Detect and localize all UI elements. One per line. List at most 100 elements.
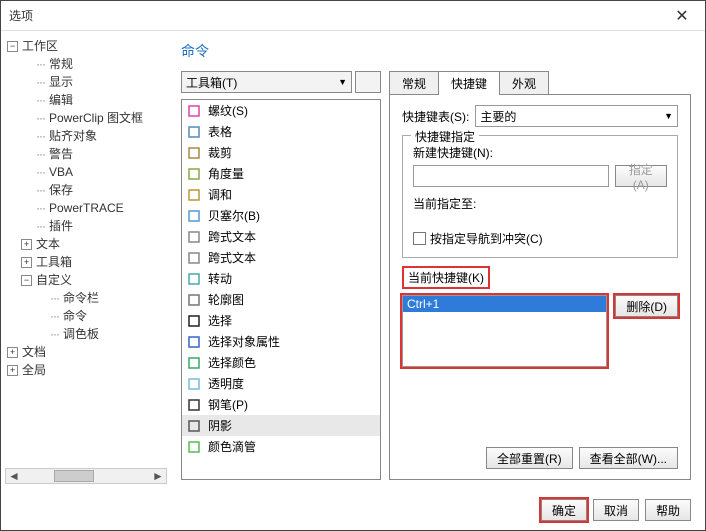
detail-column: 常规 快捷键 外观 快捷键表(S): 主要的 ▼ 快捷键指定 新建快捷键(N	[389, 71, 691, 480]
command-icon	[186, 376, 202, 392]
command-item[interactable]: 选择	[182, 310, 380, 331]
command-label: 表格	[208, 123, 232, 140]
expand-icon[interactable]: +	[7, 347, 18, 358]
expand-icon[interactable]: +	[21, 257, 32, 268]
tree-item[interactable]: ···贴齐对象	[21, 127, 167, 145]
delete-button[interactable]: 删除(D)	[615, 295, 678, 317]
tree-item[interactable]: ···警告	[21, 145, 167, 163]
nav-conflict-checkbox[interactable]: 按指定导航到冲突(C)	[413, 230, 667, 247]
command-icon	[186, 166, 202, 182]
command-list[interactable]: 螺纹(S)表格裁剪角度量调和贝塞尔(B)跨式文本跨式文本转动轮廓图选择选择对象属…	[181, 99, 381, 480]
new-shortcut-input[interactable]	[413, 165, 609, 187]
command-icon	[186, 208, 202, 224]
command-item[interactable]: 选择颜色	[182, 352, 380, 373]
tree-item-cmd[interactable]: ···命令	[35, 307, 167, 325]
command-label: 转动	[208, 270, 232, 287]
shortcut-table-value: 主要的	[480, 108, 516, 125]
expand-icon[interactable]: +	[21, 239, 32, 250]
reset-all-button[interactable]: 全部重置(R)	[486, 447, 573, 469]
command-item[interactable]: 贝塞尔(B)	[182, 205, 380, 226]
command-item[interactable]: 调和	[182, 184, 380, 205]
command-item[interactable]: 跨式文本	[182, 226, 380, 247]
tree-item[interactable]: ···PowerClip 图文框	[21, 109, 167, 127]
command-label: 跨式文本	[208, 249, 256, 266]
scroll-thumb[interactable]	[54, 470, 94, 482]
command-icon	[186, 313, 202, 329]
tree-item[interactable]: ···编辑	[21, 91, 167, 109]
tree-item-palette[interactable]: ···调色板	[35, 325, 167, 343]
tree-item[interactable]: ···常规	[21, 55, 167, 73]
tree-global[interactable]: +全局	[7, 361, 167, 379]
command-icon	[186, 397, 202, 413]
checkbox-box	[413, 232, 426, 245]
current-shortcut-list[interactable]: Ctrl+1	[402, 295, 607, 367]
command-icon	[186, 103, 202, 119]
command-item[interactable]: 转动	[182, 268, 380, 289]
command-label: 颜色滴管	[208, 438, 256, 455]
tree-item[interactable]: ···显示	[21, 73, 167, 91]
cancel-button[interactable]: 取消	[593, 499, 639, 521]
tree-workspace[interactable]: − 工作区	[7, 37, 167, 55]
dialog-body: − 工作区 ···常规···显示···编辑···PowerClip 图文框···…	[1, 31, 705, 490]
tree-panel: − 工作区 ···常规···显示···编辑···PowerClip 图文框···…	[1, 31, 171, 490]
command-item[interactable]: 颜色滴管	[182, 436, 380, 457]
category-select[interactable]: 工具箱(T) ▼	[181, 71, 352, 93]
help-button[interactable]: 帮助	[645, 499, 691, 521]
tree-item[interactable]: ···保存	[21, 181, 167, 199]
tree-item[interactable]: ···插件	[21, 217, 167, 235]
current-shortcut-item[interactable]: Ctrl+1	[403, 296, 606, 312]
tree-item-cmdbar[interactable]: ···命令栏	[35, 289, 167, 307]
command-label: 贝塞尔(B)	[208, 207, 260, 224]
nav-tree[interactable]: − 工作区 ···常规···显示···编辑···PowerClip 图文框···…	[5, 37, 167, 464]
command-icon	[186, 334, 202, 350]
tree-hscrollbar[interactable]: ◄ ►	[5, 468, 167, 484]
tree-item[interactable]: +文本	[21, 235, 167, 253]
titlebar: 选项 ✕	[1, 1, 705, 31]
command-item[interactable]: 钢笔(P)	[182, 394, 380, 415]
collapse-icon[interactable]: −	[7, 41, 18, 52]
collapse-icon[interactable]: −	[21, 275, 32, 286]
command-icon	[186, 187, 202, 203]
command-label: 选择	[208, 312, 232, 329]
scroll-track[interactable]	[22, 469, 150, 483]
command-label: 透明度	[208, 375, 244, 392]
command-item[interactable]: 角度量	[182, 163, 380, 184]
tree-item[interactable]: +工具箱	[21, 253, 167, 271]
scroll-left-icon[interactable]: ◄	[6, 469, 22, 483]
command-item[interactable]: 裁剪	[182, 142, 380, 163]
page-title: 命令	[181, 41, 691, 61]
shortcut-table-select[interactable]: 主要的 ▼	[475, 105, 678, 127]
close-icon[interactable]: ✕	[667, 6, 697, 26]
tree-item[interactable]: ···VBA	[21, 163, 167, 181]
command-item[interactable]: 选择对象属性	[182, 331, 380, 352]
command-item[interactable]: 表格	[182, 121, 380, 142]
ok-button[interactable]: 确定	[541, 499, 587, 521]
command-item[interactable]: 透明度	[182, 373, 380, 394]
command-item[interactable]: 轮廓图	[182, 289, 380, 310]
command-item[interactable]: 螺纹(S)	[182, 100, 380, 121]
group-legend: 快捷键指定	[411, 128, 479, 145]
command-label: 裁剪	[208, 144, 232, 161]
tabbar: 常规 快捷键 外观	[389, 71, 691, 95]
command-icon	[186, 124, 202, 140]
tab-general[interactable]: 常规	[389, 71, 439, 95]
tree-customize[interactable]: − 自定义	[21, 271, 167, 289]
command-label: 钢笔(P)	[208, 396, 248, 413]
command-icon	[186, 439, 202, 455]
category-select-label: 工具箱(T)	[186, 74, 237, 91]
tab-shortcut[interactable]: 快捷键	[438, 71, 500, 95]
assign-button[interactable]: 指定(A)	[615, 165, 667, 187]
command-item[interactable]: 跨式文本	[182, 247, 380, 268]
dialog-footer: 确定 取消 帮助	[1, 490, 705, 530]
command-item[interactable]: 阴影	[182, 415, 380, 436]
view-all-button[interactable]: 查看全部(W)...	[579, 447, 678, 469]
command-label: 选择颜色	[208, 354, 256, 371]
tabpage-shortcut: 快捷键表(S): 主要的 ▼ 快捷键指定 新建快捷键(N): 指定(A)	[389, 95, 691, 480]
tree-document[interactable]: +文档	[7, 343, 167, 361]
tab-appearance[interactable]: 外观	[499, 71, 549, 95]
command-label: 调和	[208, 186, 232, 203]
expand-icon[interactable]: +	[7, 365, 18, 376]
tree-item[interactable]: ···PowerTRACE	[21, 199, 167, 217]
search-button[interactable]	[355, 71, 381, 93]
scroll-right-icon[interactable]: ►	[150, 469, 166, 483]
